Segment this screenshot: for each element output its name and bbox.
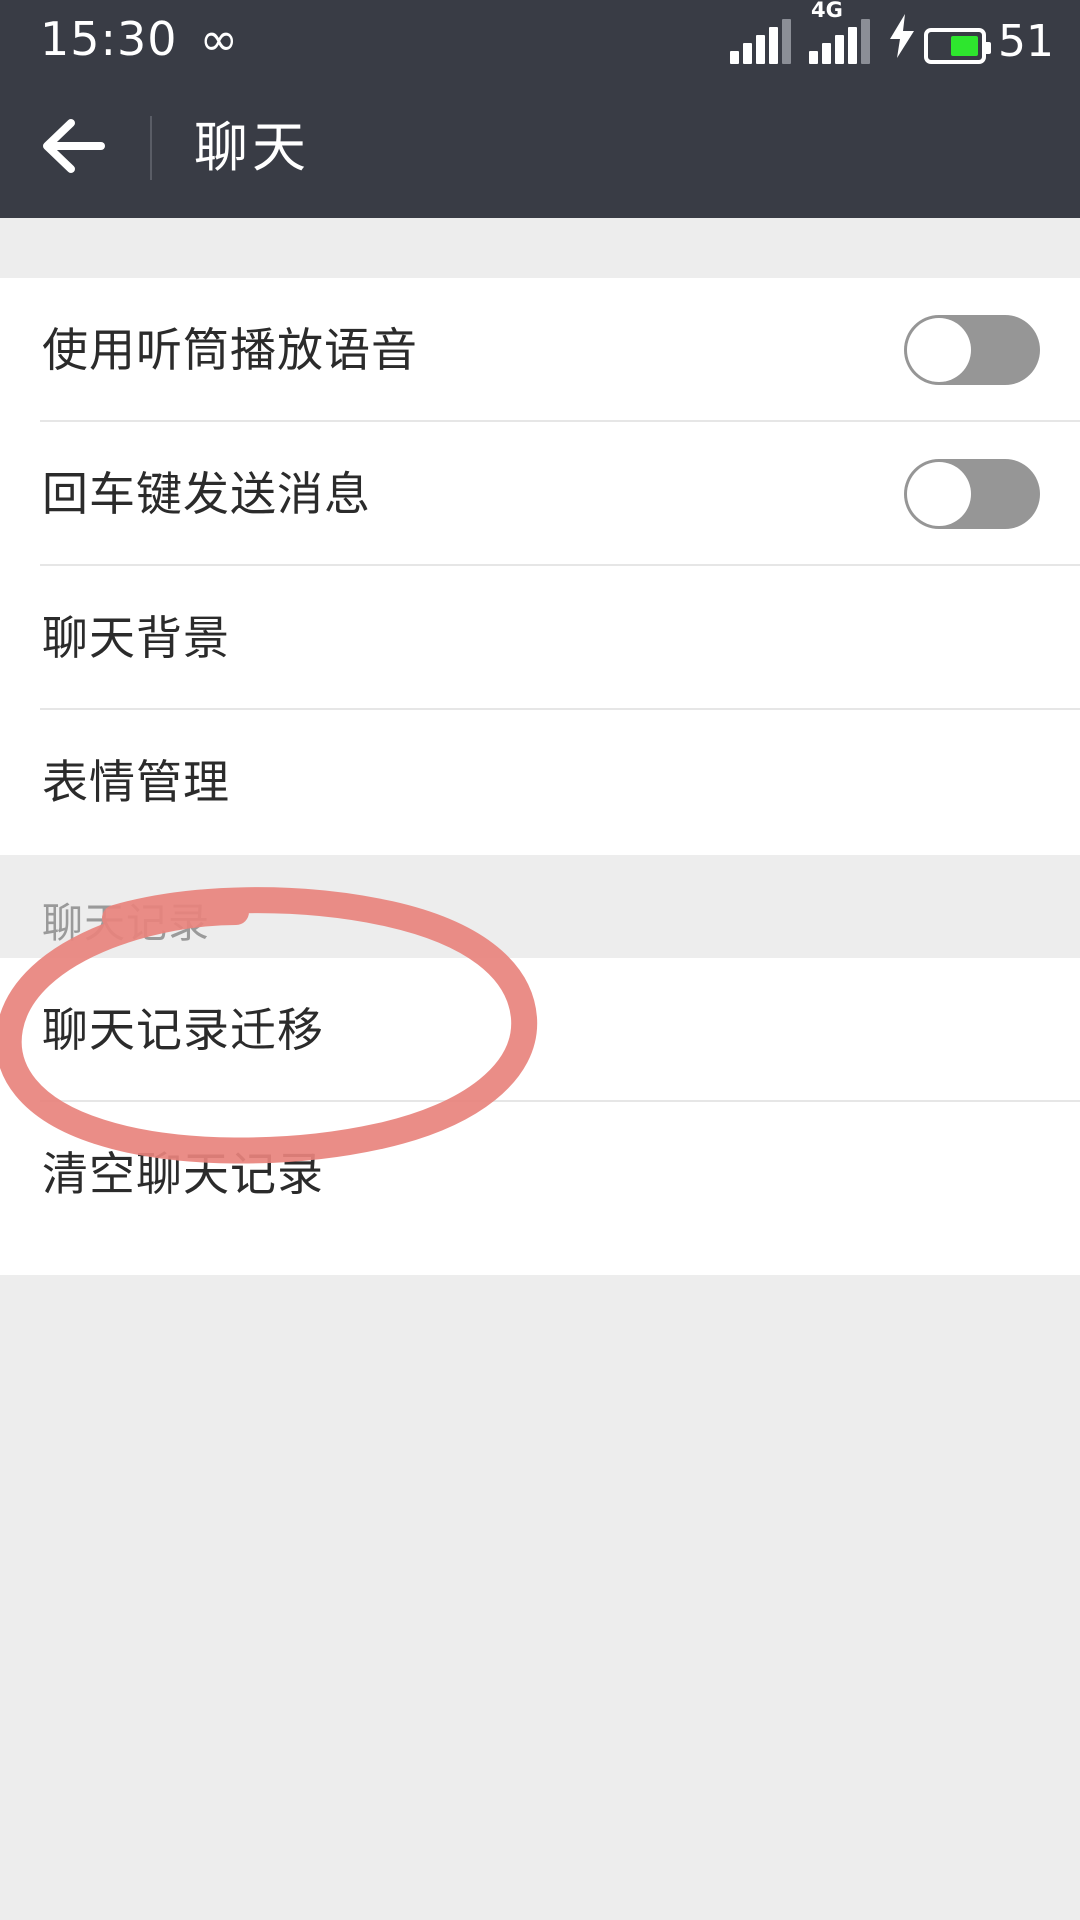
- settings-group-general: 使用听筒播放语音 回车键发送消息 聊天背景 表情管理: [0, 278, 1080, 855]
- setting-label: 表情管理: [42, 755, 230, 809]
- setting-row-chat-history-migration[interactable]: 聊天记录迁移: [0, 958, 1080, 1102]
- toggle-knob: [907, 462, 971, 526]
- setting-label: 清空聊天记录: [42, 1147, 324, 1201]
- infinity-icon: ∞: [199, 12, 238, 66]
- title-bar: 聊天: [0, 78, 1080, 218]
- setting-row-chat-background[interactable]: 聊天背景: [0, 566, 1080, 710]
- section-header-label: 聊天记录: [42, 899, 210, 947]
- setting-row-enter-sends[interactable]: 回车键发送消息: [0, 422, 1080, 566]
- signal-strength-icon-sim1: [730, 18, 791, 64]
- settings-group-chat-history: 聊天记录迁移 清空聊天记录: [0, 958, 1080, 1275]
- page-background-filler: [0, 1275, 1080, 1920]
- toggle-enter-sends[interactable]: [904, 459, 1040, 529]
- status-bar-clock: 15:30: [40, 12, 178, 66]
- setting-label: 回车键发送消息: [42, 467, 371, 521]
- battery-percent-label: 51: [998, 16, 1054, 67]
- toggle-knob: [907, 318, 971, 382]
- status-bar-indicators: 4G 51: [724, 0, 1054, 78]
- phone-screen: 15:30 ∞ 4G 51 聊天 使用听筒播放语音 回车键发送消息 聊天背景 表…: [0, 0, 1080, 1920]
- back-button[interactable]: [0, 78, 150, 218]
- network-type-label: 4G: [811, 0, 843, 22]
- setting-row-emoji-management[interactable]: 表情管理: [0, 710, 1080, 854]
- back-arrow-icon: [41, 117, 109, 179]
- page-title: 聊天: [194, 116, 310, 179]
- setting-label: 聊天背景: [42, 611, 230, 665]
- setting-label: 使用听筒播放语音: [42, 323, 418, 377]
- section-gap-top: [0, 218, 1080, 278]
- signal-strength-icon-sim2: 4G: [809, 0, 870, 64]
- title-divider: [150, 116, 152, 180]
- battery-icon: [924, 28, 991, 64]
- setting-row-clear-chat-history[interactable]: 清空聊天记录: [0, 1102, 1080, 1246]
- toggle-earpiece-playback[interactable]: [904, 315, 1040, 385]
- setting-label: 聊天记录迁移: [42, 1003, 324, 1057]
- section-header-chat-history: 聊天记录: [0, 855, 1080, 958]
- lightning-bolt-icon: [888, 14, 916, 62]
- status-bar: 15:30 ∞ 4G 51: [0, 0, 1080, 78]
- setting-row-earpiece-playback[interactable]: 使用听筒播放语音: [0, 278, 1080, 422]
